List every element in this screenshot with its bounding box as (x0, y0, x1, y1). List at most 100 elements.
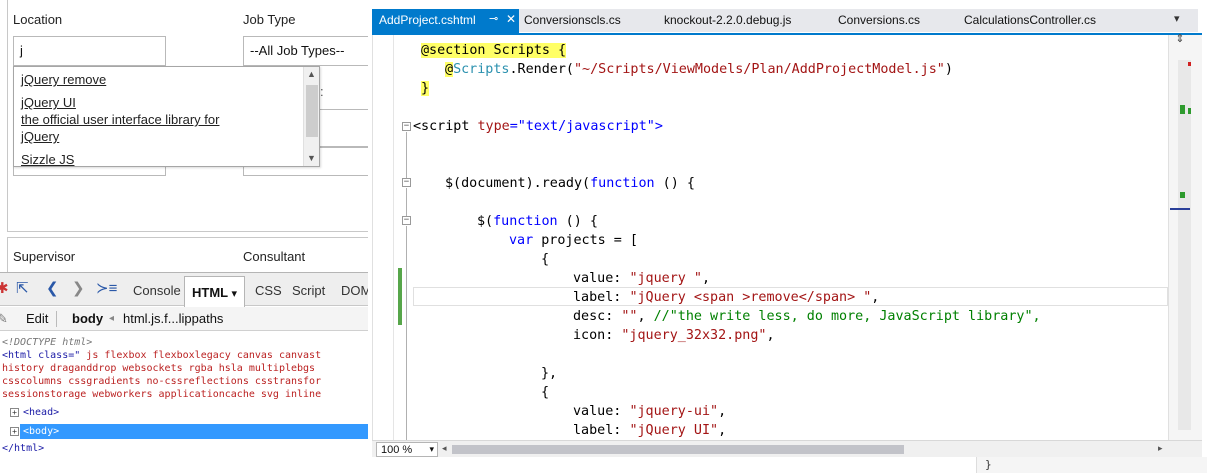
document-tab-well: AddProject.cshtml ⊸ ✕ Conversionscls.cs … (368, 0, 1207, 36)
tab-html-label: HTML (192, 285, 228, 300)
chevron-down-icon: ▾ (429, 444, 434, 454)
code-line: <script type="text/javascript"> (413, 119, 663, 134)
overview-mark (1188, 62, 1191, 66)
scroll-right-icon[interactable]: ▸ (1158, 443, 1163, 454)
form-border-left-2 (7, 237, 8, 272)
autocomplete-item[interactable]: jQuery remove (21, 71, 106, 88)
code-line: @section Scripts { (421, 43, 567, 58)
job-type-select-value: --All Job Types-- (250, 43, 345, 58)
tab-calculationscontroller-cs[interactable]: CalculationsController.cs (964, 13, 1096, 27)
breadcrumb-divider (56, 311, 57, 327)
html-close-node: </html> (2, 443, 45, 454)
code-line: } (421, 81, 430, 96)
code-editor[interactable]: − − − @section Scripts { @Scripts.Render… (372, 35, 1168, 440)
scroll-up-icon[interactable]: ▲ (307, 69, 316, 79)
visual-studio-editor: AddProject.cshtml ⊸ ✕ Conversionscls.cs … (368, 0, 1207, 473)
scrollbar-overview-rail[interactable] (1170, 60, 1191, 430)
code-line: desc: "", //"the write less, do more, Ja… (573, 309, 1041, 324)
collapse-icon[interactable]: − (402, 122, 411, 131)
change-marker (398, 268, 402, 325)
autocomplete-item[interactable]: Sizzle JS (21, 151, 74, 166)
horizontal-scroll-thumb[interactable] (452, 445, 904, 454)
tab-console[interactable]: Console (133, 283, 181, 298)
scroll-down-icon[interactable]: ▼ (307, 153, 316, 163)
horizontal-scroll-bar[interactable]: 100 % ▾ ◂ ▸ (372, 440, 1202, 457)
tab-label: AddProject.cshtml (379, 13, 476, 27)
pencil-icon[interactable]: ✎ (0, 311, 8, 327)
breadcrumb-separator-icon: ◂ (109, 313, 115, 324)
html-class-line: sessionstorage webworkers applicationcac… (2, 389, 322, 400)
command-line-icon[interactable]: ≻≡ (96, 281, 117, 297)
scroll-left-icon[interactable]: ◂ (442, 443, 447, 454)
job-type-label: Job Type (243, 12, 296, 27)
tab-knockout-debug-js[interactable]: knockout-2.2.0.debug.js (664, 13, 791, 27)
overview-mark (1188, 108, 1191, 114)
code-line: icon: "jquery_32x32.png", (573, 328, 775, 343)
outline-line (406, 226, 407, 440)
overview-mark (1180, 105, 1185, 114)
supervisor-label: Supervisor (13, 249, 76, 264)
inspect-cursor-icon[interactable]: ⇱ (16, 281, 29, 297)
location-input-value: j (20, 43, 23, 58)
code-line: { (541, 385, 550, 400)
tab-conversions-cs[interactable]: Conversions.cs (838, 13, 920, 27)
forward-arrow-icon[interactable]: ❯ (72, 281, 85, 297)
tab-addproject-cshtml[interactable]: AddProject.cshtml ⊸ ✕ (372, 9, 519, 33)
code-line: { (541, 252, 550, 267)
code-line: $(document).ready(function () { (445, 176, 695, 191)
form-border-top-2 (7, 237, 370, 238)
expand-icon[interactable]: + (10, 426, 19, 436)
bottom-code-fragment: } (985, 458, 992, 471)
location-input[interactable]: j (13, 36, 166, 66)
zoom-level-select[interactable]: 100 % ▾ (376, 442, 438, 457)
html-dom-tree: <!DOCTYPE html> <html class=" js flexbox… (0, 333, 370, 473)
code-line: value: "jquery-ui", (573, 404, 727, 419)
html-class-line: history draganddrop websockets rgba hsla… (2, 363, 316, 374)
form-border-left (7, 0, 8, 232)
pin-icon[interactable]: ⊸ (489, 12, 498, 25)
consultant-label: Consultant (243, 249, 306, 264)
collapse-icon[interactable]: − (402, 216, 411, 225)
code-line: value: "jquery ", (573, 271, 711, 286)
code-line: $(function () { (477, 214, 598, 229)
firebug-bug-icon[interactable]: ✱ (0, 281, 9, 297)
tab-script[interactable]: Script (292, 283, 325, 298)
breadcrumb-html[interactable]: html.js.f...lippaths (123, 311, 223, 326)
collapse-icon[interactable]: − (402, 178, 411, 187)
html-node[interactable]: <html class=" js flexbox flexboxlegacy c… (2, 349, 321, 362)
code-line: @Scripts.Render("~/Scripts/ViewModels/Pl… (445, 62, 953, 77)
breadcrumb-body[interactable]: body (72, 311, 103, 326)
bottom-editor-fragment (976, 457, 1207, 473)
selected-node-highlight (20, 424, 370, 439)
outline-line (406, 188, 407, 216)
autocomplete-item[interactable]: jQuery UI (21, 94, 76, 111)
tab-css[interactable]: CSS (255, 283, 282, 298)
close-icon[interactable]: ✕ (506, 12, 516, 26)
firebug-panel: ✱ ⇱ ❮ ❯ ≻≡ Console HTML ▾ CSS Script DOM… (0, 272, 371, 473)
firebug-toolbar: ✱ ⇱ ❮ ❯ ≻≡ Console HTML ▾ CSS Script DOM (0, 273, 371, 307)
tab-dropdown-icon[interactable]: ▾ (1174, 12, 1180, 25)
caret-position-mark (1170, 208, 1190, 210)
code-line: }, (541, 366, 558, 381)
chevron-down-icon: ▾ (231, 288, 238, 300)
autocomplete-scrollbar[interactable]: ▲ ▼ (303, 67, 319, 166)
autocomplete-scroll-thumb[interactable] (306, 85, 318, 137)
head-node[interactable]: + <head> (10, 406, 59, 419)
autocomplete-item-desc[interactable]: jQuery (21, 128, 59, 145)
doctype-node: <!DOCTYPE html> (2, 337, 93, 348)
tab-html[interactable]: HTML ▾ (184, 276, 245, 307)
autocomplete-dropdown[interactable]: jQuery remove jQuery UI the official use… (13, 66, 320, 167)
firebug-breadcrumb-bar: ✎ Edit body ◂ html.js.f...lippaths (0, 307, 370, 331)
edit-button[interactable]: Edit (26, 311, 48, 326)
autocomplete-item-desc[interactable]: the official user interface library for (21, 111, 219, 128)
tab-dom[interactable]: DOM (341, 283, 371, 298)
location-label: Location (13, 12, 63, 27)
code-line: var projects = [ (509, 233, 638, 248)
body-node[interactable]: + <body> (10, 425, 59, 438)
job-type-select[interactable]: --All Job Types-- (243, 36, 370, 66)
split-window-icon[interactable]: ⇕ (1173, 32, 1187, 46)
gutter-separator (393, 35, 394, 440)
back-arrow-icon[interactable]: ❮ (46, 281, 59, 297)
expand-icon[interactable]: + (10, 407, 19, 417)
tab-conversionscls-cs[interactable]: Conversionscls.cs (524, 13, 621, 27)
